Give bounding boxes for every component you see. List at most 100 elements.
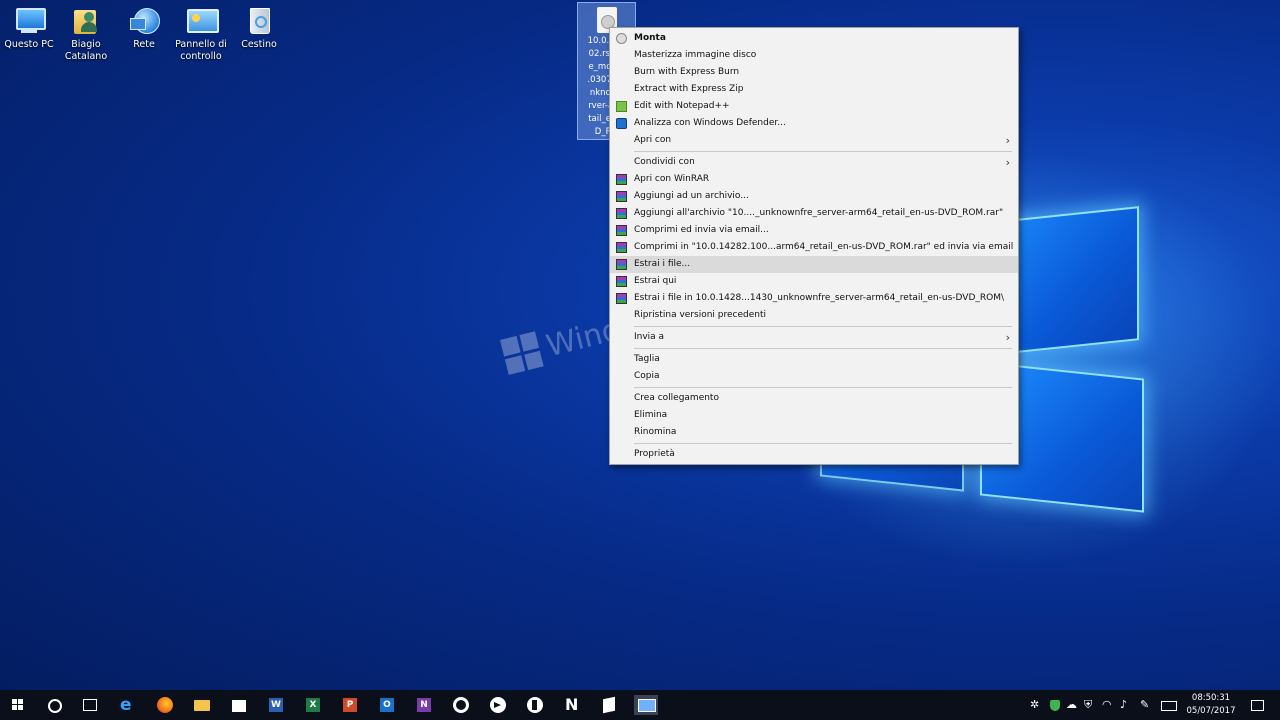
menu-item-invia-a[interactable]: Invia a › [610, 329, 1018, 346]
app-icon[interactable] [599, 695, 619, 715]
menu-item-notepadpp[interactable]: Edit with Notepad++ [610, 98, 1018, 115]
menu-item-label: Condividi con [634, 157, 695, 167]
desktop-app-icon[interactable] [634, 695, 658, 715]
windows-defender-icon [616, 118, 627, 129]
windows-flag-icon [500, 331, 544, 375]
menu-item-label: Estrai i file in 10.0.1428...1430_unknow… [634, 293, 1005, 303]
menu-item-label: Analizza con Windows Defender... [634, 118, 786, 128]
desktop-icon-pannello-di-controllo[interactable]: Pannello di controllo [172, 4, 230, 63]
menu-item-crea-collegamento[interactable]: Crea collegamento [610, 390, 1018, 407]
volume-muted-icon[interactable]: ♪ [1120, 695, 1134, 715]
computer-icon [13, 4, 46, 36]
word-icon[interactable]: W [266, 695, 286, 715]
desktop-icon-label: Biagio Catalano [64, 39, 108, 62]
onenote-icon[interactable]: N [414, 695, 434, 715]
firefox-icon[interactable] [155, 695, 175, 715]
wifi-icon[interactable]: ◠ [1102, 695, 1116, 715]
menu-item-comprimi-email[interactable]: Comprimi ed invia via email... [610, 222, 1018, 239]
menu-item-label: Invia a [634, 332, 665, 342]
outlook-icon[interactable]: O [377, 695, 397, 715]
menu-item-ripristina-versioni[interactable]: Ripristina versioni precedenti [610, 307, 1018, 324]
network-globe-icon [128, 4, 160, 36]
disc-icon [616, 33, 627, 44]
menu-item-estrai-in-cartella[interactable]: Estrai i file in 10.0.1428...1430_unknow… [610, 290, 1018, 307]
menu-item-label: Apri con WinRAR [634, 174, 710, 184]
whatsapp-icon[interactable] [451, 695, 471, 715]
menu-item-label: Masterizza immagine disco [634, 50, 757, 60]
menu-item-estrai-qui[interactable]: Estrai qui [610, 273, 1018, 290]
menu-item-rinomina[interactable]: Rinomina [610, 424, 1018, 441]
menu-item-label: Copia [634, 371, 660, 381]
edge-icon[interactable]: e [118, 695, 138, 715]
notepadpp-icon [616, 101, 627, 112]
winrar-icon [616, 276, 627, 287]
onedrive-icon[interactable]: ☁ [1066, 695, 1080, 715]
desktop-icon-user-folder[interactable]: Biagio Catalano [57, 4, 115, 63]
menu-item-aggiungi-archivio-rar[interactable]: Aggiungi all'archivio "10...._unknownfre… [610, 205, 1018, 222]
menu-separator [634, 443, 1012, 444]
menu-item-estrai-file[interactable]: Estrai i file... [610, 256, 1018, 273]
action-center-icon[interactable] [1248, 695, 1266, 715]
slack-icon[interactable] [525, 695, 545, 715]
task-view-icon[interactable] [80, 695, 100, 715]
keyboard-icon[interactable] [1160, 695, 1178, 715]
desktop-icon-questo-pc[interactable]: Questo PC [0, 4, 58, 51]
menu-item-label: Edit with Notepad++ [634, 101, 730, 111]
menu-item-label: Estrai qui [634, 276, 677, 286]
cortana-icon[interactable] [44, 695, 64, 715]
taskbar: e W X P O N N ✲ ☁ ⛨ ◠ ♪ ✎ 08:50:31 05/07… [0, 690, 1280, 720]
menu-item-label: Taglia [634, 354, 660, 364]
menu-item-label: Rinomina [634, 427, 677, 437]
file-explorer-icon[interactable] [192, 695, 212, 715]
menu-item-monta[interactable]: Monta [610, 30, 1018, 47]
menu-item-proprieta[interactable]: Proprietà [610, 446, 1018, 463]
menu-item-comprimi-rar-email[interactable]: Comprimi in "10.0.14282.100...arm64_reta… [610, 239, 1018, 256]
menu-item-masterizza[interactable]: Masterizza immagine disco [610, 47, 1018, 64]
menu-item-label: Aggiungi all'archivio "10...._unknownfre… [634, 208, 1004, 218]
store-icon[interactable] [229, 695, 249, 715]
menu-item-apri-winrar[interactable]: Apri con WinRAR [610, 171, 1018, 188]
recycle-bin-icon [243, 4, 275, 36]
excel-icon[interactable]: X [303, 695, 323, 715]
telegram-icon[interactable] [488, 695, 508, 715]
menu-item-label: Burn with Express Burn [634, 67, 740, 77]
menu-item-express-burn[interactable]: Burn with Express Burn [610, 64, 1018, 81]
menu-item-windows-defender[interactable]: Analizza con Windows Defender... [610, 115, 1018, 132]
menu-item-label: Comprimi in "10.0.14282.100...arm64_reta… [634, 242, 1014, 252]
defender-tray-icon[interactable] [1048, 695, 1062, 715]
winrar-icon [616, 208, 627, 219]
winrar-icon [616, 242, 627, 253]
gear-tray-icon[interactable]: ✲ [1030, 695, 1044, 715]
control-panel-icon [185, 4, 219, 36]
powerpoint-icon[interactable]: P [340, 695, 360, 715]
n-app-icon[interactable]: N [562, 695, 582, 715]
desktop-icon-label: Questo PC [4, 39, 54, 50]
desktop-icon-label: Cestino [241, 39, 277, 50]
menu-item-elimina[interactable]: Elimina [610, 407, 1018, 424]
security-tray-icon[interactable]: ⛨ [1084, 695, 1098, 715]
menu-separator [634, 151, 1012, 152]
menu-item-label: Elimina [634, 410, 668, 420]
menu-item-label: Crea collegamento [634, 393, 719, 403]
pen-icon[interactable]: ✎ [1140, 695, 1154, 715]
menu-item-taglia[interactable]: Taglia [610, 351, 1018, 368]
menu-item-label: Aggiungi ad un archivio... [634, 191, 749, 201]
start-icon[interactable] [8, 695, 28, 715]
menu-item-copia[interactable]: Copia [610, 368, 1018, 385]
menu-item-condividi-con[interactable]: Condividi con › [610, 154, 1018, 171]
winrar-icon [616, 225, 627, 236]
clock-time[interactable]: 08:50:31 [1186, 693, 1236, 703]
menu-separator [634, 387, 1012, 388]
desktop-icon-cestino[interactable]: Cestino [230, 4, 288, 51]
clock-date[interactable]: 05/07/2017 [1186, 706, 1236, 716]
winrar-icon [616, 174, 627, 185]
winrar-icon [616, 191, 627, 202]
menu-item-apri-con[interactable]: Apri con › [610, 132, 1018, 149]
user-folder-icon [70, 4, 102, 36]
menu-item-aggiungi-archivio[interactable]: Aggiungi ad un archivio... [610, 188, 1018, 205]
menu-item-label: Ripristina versioni precedenti [634, 310, 767, 320]
submenu-arrow-icon: › [1005, 156, 1010, 169]
menu-item-express-zip[interactable]: Extract with Express Zip [610, 81, 1018, 98]
desktop-icon-rete[interactable]: Rete [115, 4, 173, 51]
menu-separator [634, 326, 1012, 327]
